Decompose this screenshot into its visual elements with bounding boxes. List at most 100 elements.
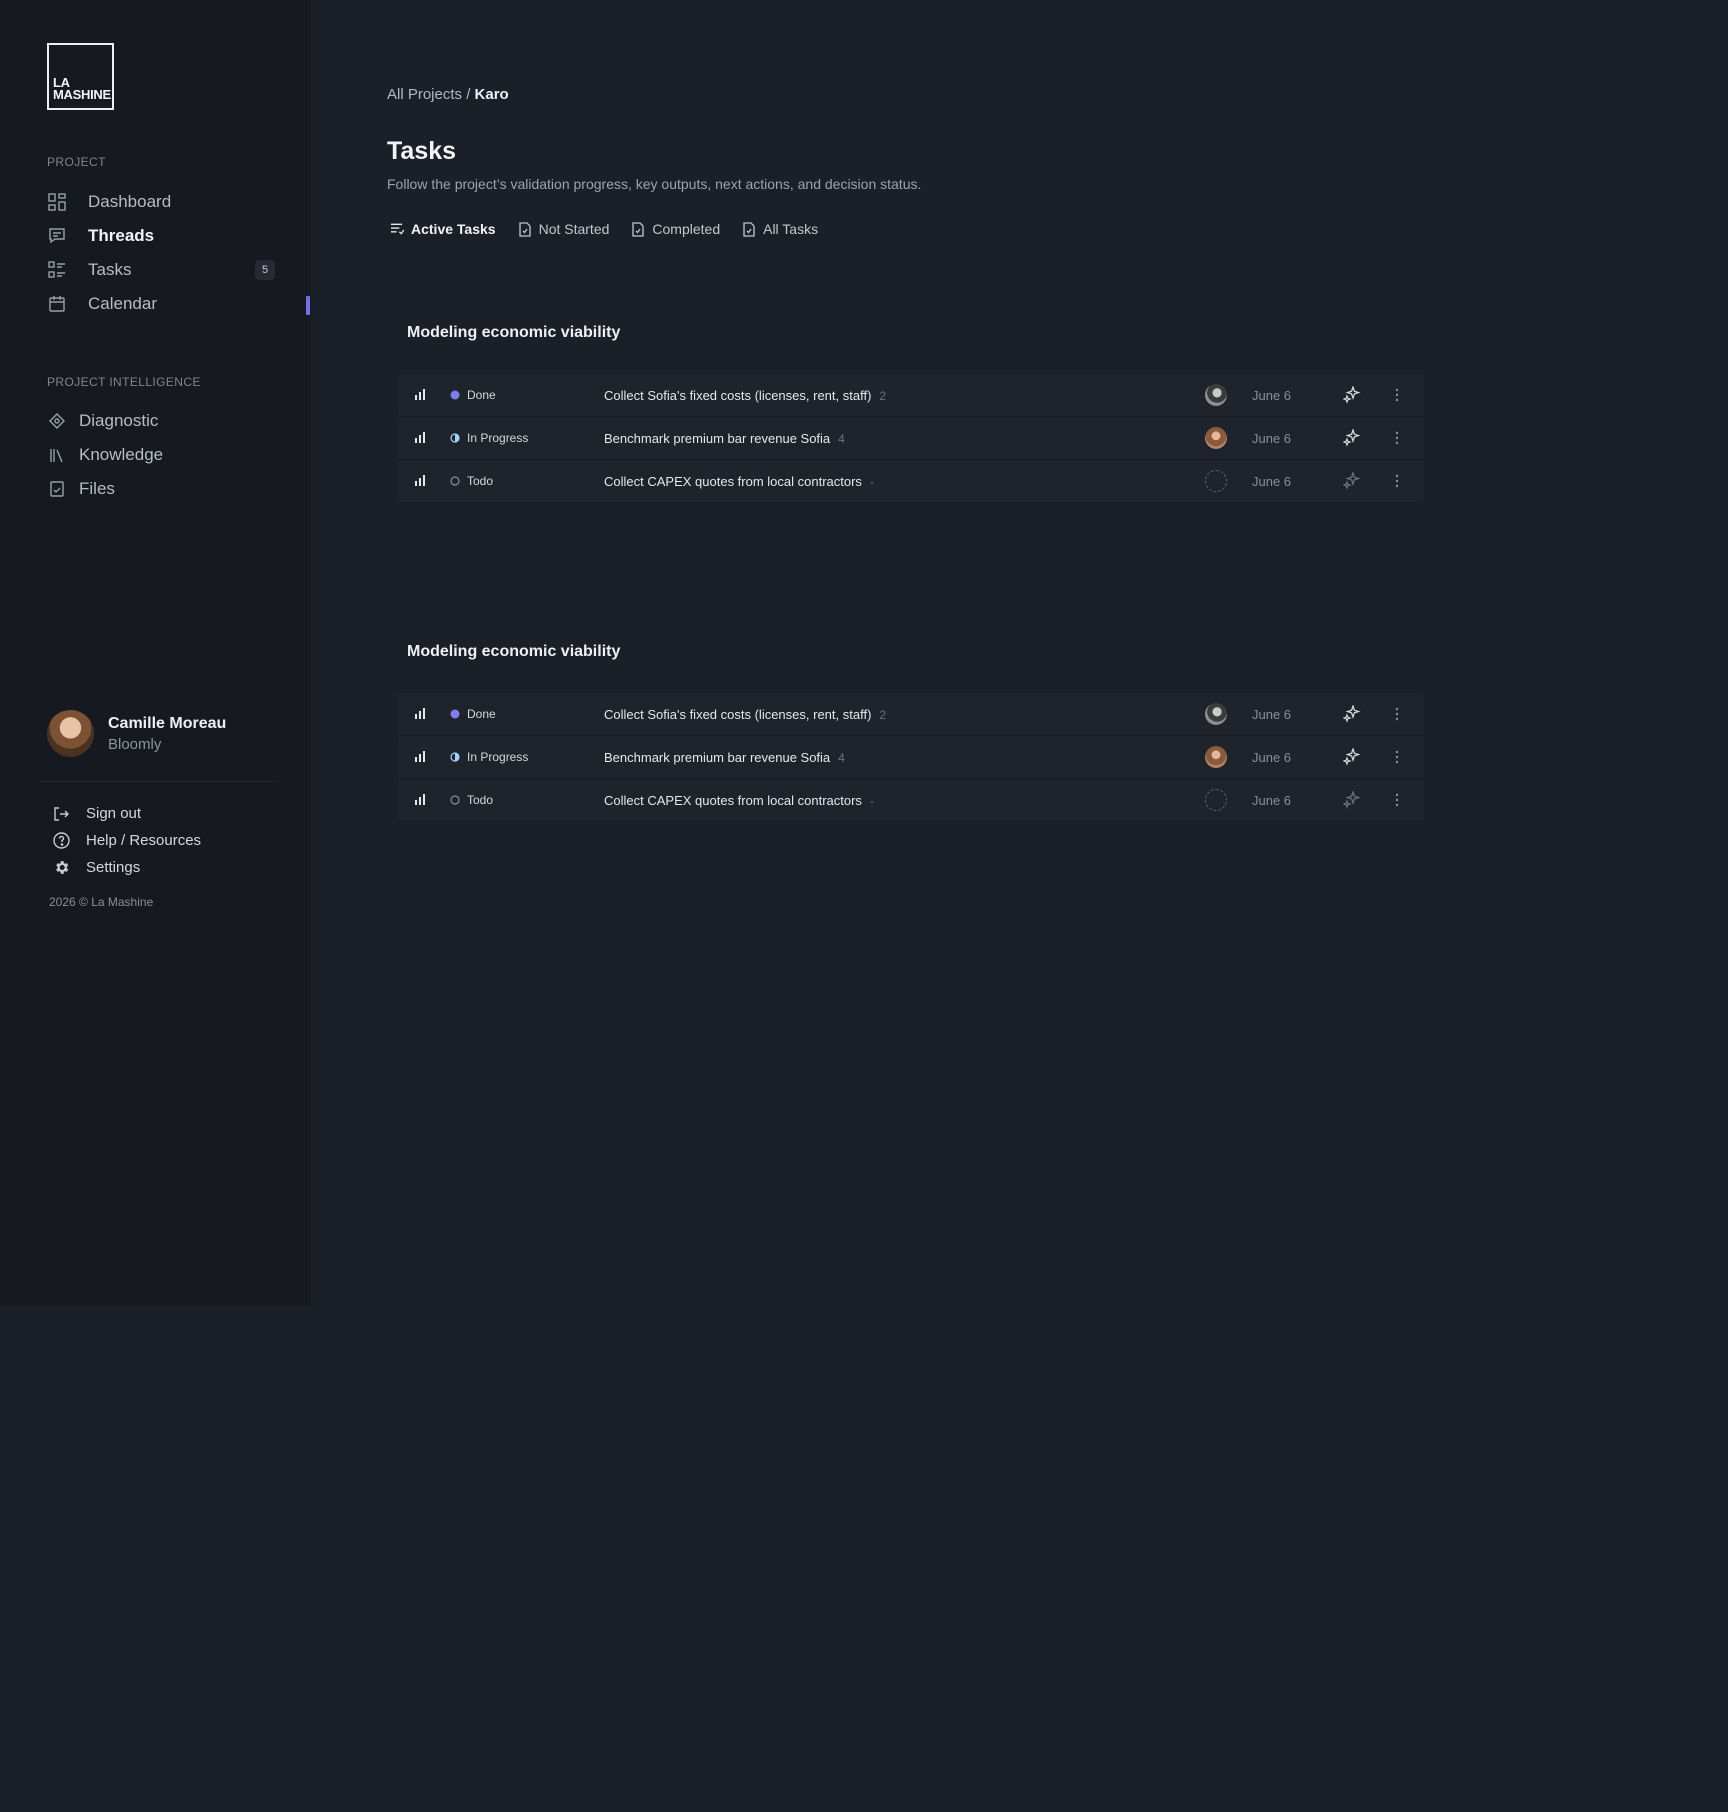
status-badge[interactable]: In Progress (450, 750, 528, 764)
file-icon (47, 479, 67, 499)
sidebar-item-knowledge[interactable]: Knowledge (47, 438, 277, 472)
status-label: Todo (467, 793, 494, 807)
priority-bars-icon[interactable] (414, 750, 426, 762)
task-row[interactable]: In Progress Benchmark premium bar revenu… (398, 417, 1424, 460)
tab-all-tasks[interactable]: All Tasks (742, 221, 818, 237)
group-title: Modeling economic viability (407, 324, 621, 341)
sparkle-icon[interactable] (1343, 791, 1361, 809)
page-title: Tasks (387, 137, 457, 165)
status-badge[interactable]: Done (450, 707, 496, 721)
help-circle-icon (52, 832, 70, 850)
due-date[interactable]: June 6 (1252, 707, 1291, 722)
sidebar-item-dashboard[interactable]: Dashboard (47, 185, 277, 219)
project-intelligence-label: PROJECT INTELLIGENCE (47, 375, 201, 389)
copyright: 2026 © La Mashine (49, 895, 154, 909)
more-options-icon[interactable] (1394, 388, 1400, 402)
task-list: Done Collect Sofia's fixed costs (licens… (398, 693, 1424, 822)
priority-bars-icon[interactable] (414, 431, 426, 443)
task-title[interactable]: Benchmark premium bar revenue Sofia 4 (604, 750, 845, 765)
document-icon (742, 221, 756, 237)
sidebar-item-label: Diagnostic (79, 411, 159, 430)
priority-bars-icon[interactable] (414, 793, 426, 805)
document-icon (631, 221, 645, 237)
help-resources-link[interactable]: Help / Resources (52, 827, 201, 854)
sparkle-icon[interactable] (1343, 472, 1361, 490)
sparkle-icon[interactable] (1343, 748, 1361, 766)
task-title-text: Collect Sofia's fixed costs (licenses, r… (604, 387, 872, 403)
assignee-avatar[interactable] (1205, 384, 1227, 406)
priority-bars-icon[interactable] (414, 707, 426, 719)
due-date[interactable]: June 6 (1252, 793, 1291, 808)
more-options-icon[interactable] (1394, 793, 1400, 807)
due-date[interactable]: June 6 (1252, 431, 1291, 446)
more-options-icon[interactable] (1394, 431, 1400, 445)
breadcrumb-parent[interactable]: All Projects (387, 86, 462, 103)
sign-out-link[interactable]: Sign out (52, 800, 201, 827)
project-section-label: PROJECT (47, 155, 106, 169)
status-label: Done (467, 707, 496, 721)
tab-not-started[interactable]: Not Started (518, 221, 609, 237)
sidebar-item-files[interactable]: Files (47, 472, 277, 506)
unassigned-user-icon[interactable] (1205, 789, 1227, 811)
task-title-text: Benchmark premium bar revenue Sofia (604, 749, 831, 765)
tab-completed[interactable]: Completed (631, 221, 720, 237)
sparkle-icon[interactable] (1343, 705, 1361, 723)
assignee-avatar[interactable] (1205, 746, 1227, 768)
status-badge[interactable]: Todo (450, 474, 493, 488)
task-row[interactable]: Done Collect Sofia's fixed costs (licens… (398, 374, 1424, 417)
task-title[interactable]: Collect Sofia's fixed costs (licenses, r… (604, 388, 886, 403)
sparkle-icon[interactable] (1343, 386, 1361, 404)
due-date[interactable]: June 6 (1252, 474, 1291, 489)
chat-bubble-icon (47, 226, 67, 246)
tab-label: All Tasks (763, 221, 819, 237)
task-title[interactable]: Collect CAPEX quotes from local contract… (604, 793, 874, 808)
sidebar-item-tasks[interactable]: Tasks 5 (47, 253, 277, 287)
task-row[interactable]: Todo Collect CAPEX quotes from local con… (398, 779, 1424, 822)
due-date[interactable]: June 6 (1252, 750, 1291, 765)
more-options-icon[interactable] (1394, 707, 1400, 721)
dashboard-grid-icon (47, 192, 67, 212)
task-row[interactable]: In Progress Benchmark premium bar revenu… (398, 736, 1424, 779)
user-profile[interactable]: Camille Moreau Bloomly (47, 710, 226, 757)
diamond-icon (47, 411, 67, 431)
sidebar-item-calendar[interactable]: Calendar (47, 287, 277, 321)
assignee-avatar[interactable] (1205, 427, 1227, 449)
tab-active-tasks[interactable]: Active Tasks (390, 221, 496, 237)
settings-label: Settings (86, 859, 141, 876)
status-label: Todo (467, 474, 494, 488)
sparkle-icon[interactable] (1343, 429, 1361, 447)
priority-bars-icon[interactable] (414, 474, 426, 486)
unassigned-user-icon[interactable] (1205, 470, 1227, 492)
tab-label: Active Tasks (411, 221, 496, 237)
task-row[interactable]: Done Collect Sofia's fixed costs (licens… (398, 693, 1424, 736)
status-badge[interactable]: Done (450, 388, 496, 402)
tasks-count-badge: 5 (255, 260, 275, 280)
assignee-avatar[interactable] (1205, 703, 1227, 725)
due-date[interactable]: June 6 (1252, 388, 1291, 403)
sidebar-item-diagnostic[interactable]: Diagnostic (47, 404, 277, 438)
task-row[interactable]: Todo Collect CAPEX quotes from local con… (398, 460, 1424, 503)
la-mashine-logo[interactable]: LA MASHINE (47, 43, 114, 110)
sidebar-item-threads[interactable]: Threads (47, 219, 277, 253)
task-group: Modeling economic viability Done Collect… (398, 641, 1424, 822)
sidebar-item-label: Threads (88, 226, 155, 245)
filter-lines-icon (390, 221, 404, 237)
breadcrumb-current: Karo (474, 86, 509, 103)
subtask-count: 2 (879, 388, 887, 403)
task-title-text: Collect CAPEX quotes from local contract… (604, 792, 862, 808)
more-options-icon[interactable] (1394, 750, 1400, 764)
priority-bars-icon[interactable] (414, 388, 426, 400)
more-options-icon[interactable] (1394, 474, 1400, 488)
task-title-text: Collect Sofia's fixed costs (licenses, r… (604, 706, 872, 722)
status-badge[interactable]: In Progress (450, 431, 528, 445)
subtask-count: 4 (838, 431, 845, 446)
status-badge[interactable]: Todo (450, 793, 493, 807)
task-title[interactable]: Benchmark premium bar revenue Sofia 4 (604, 431, 845, 446)
task-title[interactable]: Collect CAPEX quotes from local contract… (604, 474, 874, 489)
settings-link[interactable]: Settings (52, 854, 201, 881)
task-title[interactable]: Collect Sofia's fixed costs (licenses, r… (604, 707, 886, 722)
calendar-icon (47, 294, 67, 314)
task-list-icon (47, 260, 67, 280)
sign-out-label: Sign out (86, 805, 142, 822)
group-title: Modeling economic viability (407, 643, 621, 660)
